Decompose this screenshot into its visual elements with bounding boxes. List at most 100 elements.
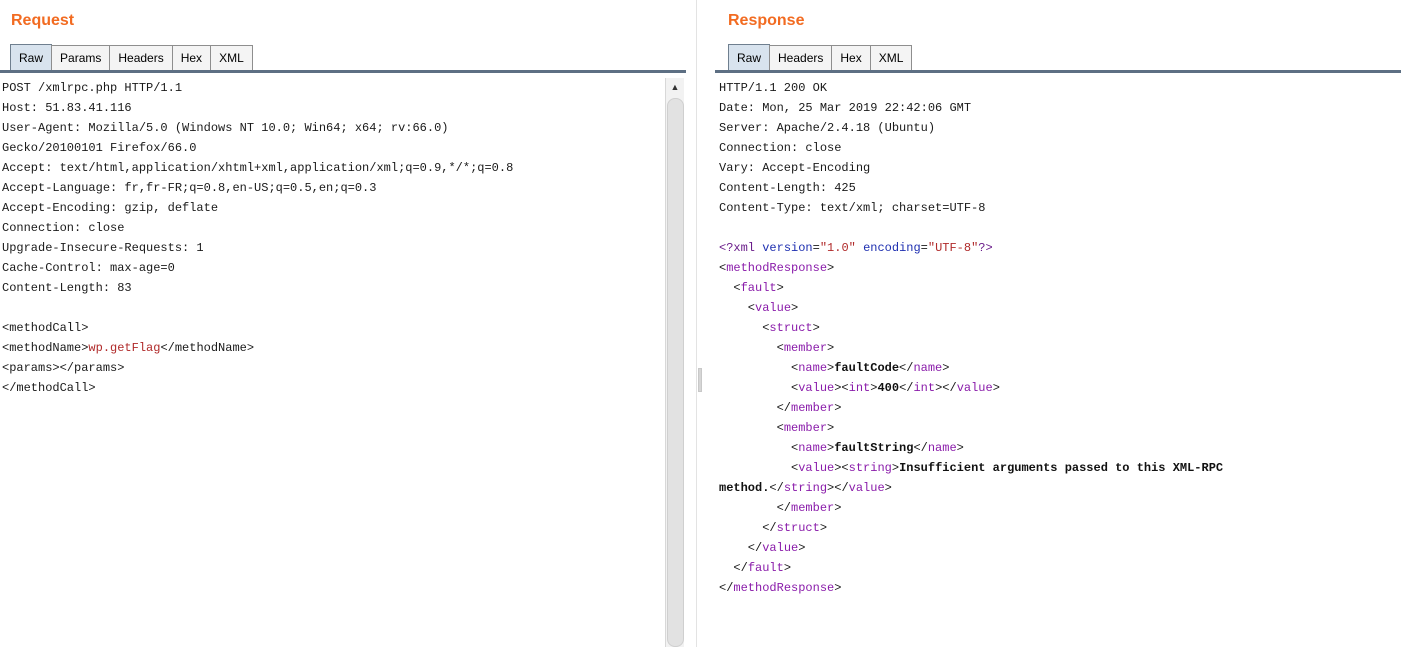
scroll-thumb[interactable] [667,98,684,647]
xml-line: </value> [719,541,806,555]
xml-tag: value [762,541,799,555]
xml-val-encoding: "UTF-8" [927,241,979,255]
xml-tag: methodResponse [733,581,835,595]
xml-line: <methodResponse> [719,261,835,275]
xml-tag: name [798,361,828,375]
response-tab-headers[interactable]: Headers [769,45,833,71]
request-title: Request [11,12,75,29]
splitter-line [696,0,697,647]
xml-tag: fault [740,281,777,295]
xml-tag: value [848,481,885,495]
request-body-line: <methodName>wp.getFlag</methodName> [2,338,662,358]
xml-tag: string [783,481,828,495]
request-body-line: <params></params> [2,361,125,375]
xml-val-version: "1.0" [819,241,856,255]
xml-line: method.</string></value> [719,481,892,495]
xml-line: </methodResponse> [719,581,842,595]
xml-tag: name [798,441,828,455]
xml-attr-version: version [762,241,813,255]
fault-code-value: 400 [877,381,900,395]
request-tabs: Raw Params Headers Hex XML [10,44,253,71]
xml-tag: member [783,341,828,355]
xml-line: <member> [719,421,835,435]
request-header-line: Host: 51.83.41.116 [2,101,132,115]
xml-tag: name [927,441,957,455]
response-header-line: Connection: close [719,141,842,155]
request-header-line: Accept-Encoding: gzip, deflate [2,201,219,215]
request-tab-hex[interactable]: Hex [171,45,212,71]
xml-line: <value><int>400</int></value> [719,381,1000,395]
request-header-line: User-Agent: Mozilla/5.0 (Windows NT 10.0… [2,121,449,135]
xml-tag: int [913,381,936,395]
request-body-line: <methodCall> [2,321,89,335]
fault-code-name: faultCode [834,361,900,375]
xml-decl-close: ?> [978,241,993,255]
xml-declaration: <?xml version="1.0" encoding="UTF-8"?> [719,241,993,255]
request-header-line: Upgrade-Insecure-Requests: 1 [2,241,204,255]
xml-line: </member> [719,501,842,515]
response-header-line: Date: Mon, 25 Mar 2019 22:42:06 GMT [719,101,972,115]
scroll-up-arrow-icon[interactable]: ▲ [666,78,684,96]
xml-tag: struct [776,521,820,535]
request-editor[interactable]: POST /xmlrpc.php HTTP/1.1 Host: 51.83.41.… [2,78,662,398]
request-body-line: </methodCall> [2,381,96,395]
response-header-line: Server: Apache/2.4.18 (Ubuntu) [719,121,936,135]
xml-line: </fault> [719,561,792,575]
response-header-line: Content-Type: text/xml; charset=UTF-8 [719,201,986,215]
response-header-line: Content-Length: 425 [719,181,856,195]
request-header-line: Gecko/20100101 Firefox/66.0 [2,141,197,155]
xml-tag: methodResponse [726,261,828,275]
xml-line: <member> [719,341,835,355]
xml-line: <name>faultString</name> [719,441,964,455]
request-header-line: Connection: close [2,221,125,235]
request-tab-raw[interactable]: Raw [10,44,53,71]
response-title: Response [728,12,805,29]
request-tab-xml[interactable]: XML [210,45,253,71]
fault-string-value-cont: method. [719,481,770,495]
response-header-line: Vary: Accept-Encoding [719,161,871,175]
xml-tag: value [755,301,792,315]
fault-string-name: faultString [834,441,914,455]
xml-tag: member [783,421,828,435]
response-tab-raw[interactable]: Raw [728,44,771,71]
pane-splitter[interactable] [686,0,703,647]
xml-tag: value [798,461,835,475]
response-pane: Response Raw Headers Hex XML HTTP/1.1 20… [703,0,1401,647]
xml-line: <value> [719,301,799,315]
response-editor[interactable]: HTTP/1.1 200 OK Date: Mon, 25 Mar 2019 22… [719,78,1399,598]
request-header-line: POST /xmlrpc.php HTTP/1.1 [2,81,183,95]
request-tab-headers[interactable]: Headers [109,45,173,71]
xml-tag: value [956,381,993,395]
xml-attr-encoding: encoding [863,241,921,255]
xml-line: </member> [719,401,842,415]
xml-tag: int [848,381,871,395]
response-tab-xml[interactable]: XML [869,45,913,71]
xml-line: <name>faultCode</name> [719,361,950,375]
response-header-line: HTTP/1.1 200 OK [719,81,828,95]
method-name-open-tag: <methodName> [2,341,89,355]
splitter-grip-icon[interactable] [698,368,702,392]
xml-tag: member [791,501,835,515]
request-tab-underline [0,70,686,73]
xml-line: <fault> [719,281,784,295]
xml-tag: string [848,461,892,475]
request-tab-params[interactable]: Params [51,45,111,71]
response-tab-underline [715,70,1401,73]
xml-tag: value [798,381,835,395]
xml-line: <value><string>Insufficient arguments pa… [719,461,1224,475]
xml-tag: struct [769,321,813,335]
xml-tag: name [913,361,943,375]
response-tab-hex[interactable]: Hex [831,45,871,71]
request-header-line: Content-Length: 83 [2,281,132,295]
method-name-value: wp.getFlag [88,341,161,355]
fault-string-value: Insufficient arguments passed to this XM… [899,461,1224,475]
request-pane: Request Raw Params Headers Hex XML POST … [0,0,686,647]
xml-tag: member [791,401,835,415]
request-scrollbar[interactable]: ▲ [665,78,684,647]
request-header-line: Cache-Control: max-age=0 [2,261,175,275]
request-header-line: Accept: text/html,application/xhtml+xml,… [2,161,514,175]
xml-tag: fault [747,561,784,575]
request-header-line: Accept-Language: fr,fr-FR;q=0.8,en-US;q=… [2,181,377,195]
